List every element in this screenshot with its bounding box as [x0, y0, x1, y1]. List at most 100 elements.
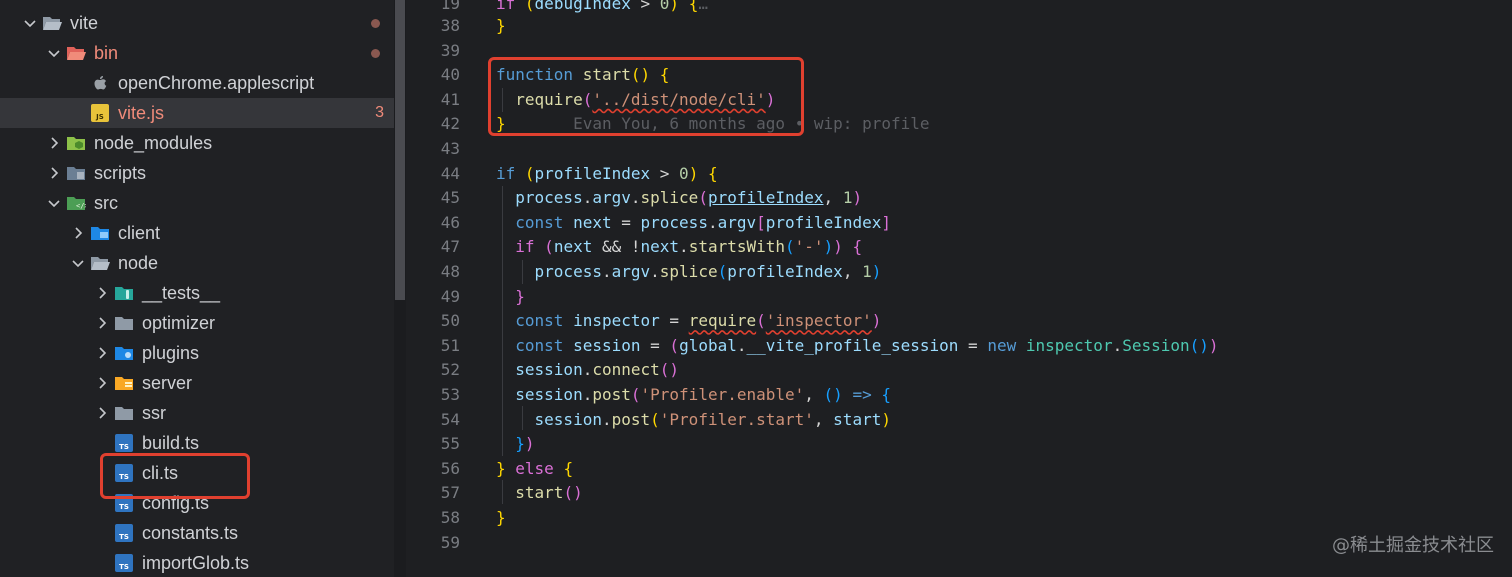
code-line-39: 39: [440, 40, 460, 60]
svg-text:TS: TS: [119, 563, 129, 571]
explorer-item-vite-js[interactable]: JS vite.js 3: [0, 98, 394, 128]
chevron-right-icon[interactable]: [42, 158, 66, 188]
explorer-item-vite[interactable]: vite: [0, 8, 394, 38]
explorer-item-label: bin: [94, 42, 119, 63]
explorer-item-label: openChrome.applescript: [118, 72, 315, 93]
explorer-item-scripts[interactable]: scripts: [0, 158, 394, 188]
explorer-item-label: src: [94, 192, 118, 213]
explorer-item-label: vite.js: [118, 102, 165, 123]
chevron-down-icon[interactable]: [18, 8, 42, 38]
explorer-item-label: plugins: [142, 342, 200, 363]
node-folder-icon: [66, 133, 86, 153]
explorer-item-label: importGlob.ts: [142, 552, 250, 573]
chevron-right-icon[interactable]: [42, 128, 66, 158]
code-line-46: 46 const next = process.argv[profileInde…: [440, 212, 891, 232]
explorer-scrollbar-thumb[interactable]: [395, 0, 405, 300]
code-line-58: 58}: [440, 508, 506, 527]
explorer-item-build-ts[interactable]: TS build.ts: [0, 428, 394, 458]
modified-dot-icon: [371, 18, 380, 28]
chevron-right-icon[interactable]: [90, 398, 114, 428]
explorer-item-label: cli.ts: [142, 462, 178, 483]
watermark: @稀土掘金技术社区: [1332, 535, 1494, 556]
code-line-48: 48 process.argv.splice(profileIndex, 1): [440, 262, 882, 281]
explorer-item-label: config.ts: [142, 492, 210, 513]
problem-count-badge: 3: [375, 104, 384, 121]
explorer-item-label: optimizer: [142, 312, 216, 333]
code-line-56: 56} else {: [440, 458, 574, 478]
explorer-scrollbar[interactable]: [394, 0, 406, 577]
explorer-item-cli-ts[interactable]: TS cli.ts: [0, 458, 394, 488]
explorer-item-tests[interactable]: __tests__: [0, 278, 394, 308]
svg-text:JS: JS: [95, 113, 104, 121]
chevron-down-icon[interactable]: [42, 188, 66, 218]
file-explorer: vite bin openChrome.applescript JS vite.js 3 n…: [0, 0, 394, 577]
folder-open-icon: [90, 253, 110, 273]
scripts-folder-icon: [66, 163, 86, 183]
explorer-item-plugins[interactable]: plugins: [0, 338, 394, 368]
code-line-41: 41 require('../dist/node/cli'): [440, 89, 776, 109]
explorer-item-label: node: [118, 252, 159, 273]
code-line-42: 42} Evan You, 6 months ago • wip: profil…: [440, 114, 930, 134]
explorer-item-config-ts[interactable]: TS config.ts: [0, 488, 394, 518]
ts-file-icon: TS: [114, 493, 134, 513]
plugins-folder-icon: [114, 343, 134, 363]
chevron-right-icon[interactable]: [90, 338, 114, 368]
explorer-item-label: vite: [70, 12, 99, 33]
explorer-item-node-modules[interactable]: node_modules: [0, 128, 394, 158]
svg-text:TS: TS: [119, 533, 129, 541]
svg-text:TS: TS: [119, 473, 129, 481]
src-folder-icon: </>: [66, 193, 86, 213]
code-line-43: 43: [440, 139, 460, 158]
client-folder-icon: [90, 223, 110, 243]
svg-text:TS: TS: [119, 503, 129, 511]
chevron-down-icon[interactable]: [42, 38, 66, 68]
git-blame-annotation: Evan You, 6 months ago • wip: profile: [573, 114, 930, 134]
explorer-item-server[interactable]: server: [0, 368, 394, 398]
explorer-item-src[interactable]: </> src: [0, 188, 394, 218]
code-line-50: 50 const inspector = require('inspector'…: [440, 311, 882, 331]
explorer-item-label: build.ts: [142, 432, 200, 453]
explorer-item-importglob-ts[interactable]: TS importGlob.ts: [0, 548, 394, 577]
chevron-right-icon[interactable]: [66, 218, 90, 248]
svg-text:TS: TS: [119, 443, 129, 451]
code-line-55: 55 }): [440, 434, 535, 454]
explorer-item-label: client: [118, 222, 161, 243]
explorer-item-cutoff[interactable]: [0, 0, 394, 8]
explorer-item-client[interactable]: client: [0, 218, 394, 248]
chevron-right-icon[interactable]: [90, 278, 114, 308]
ts-file-icon: TS: [114, 433, 134, 453]
tests-folder-icon: [114, 283, 134, 303]
code-line-53: 53 session.post('Profiler.enable', () =>…: [440, 385, 891, 404]
explorer-item-openchrome-applescript[interactable]: openChrome.applescript: [0, 68, 394, 98]
chevron-right-icon[interactable]: [90, 308, 114, 338]
code-line-54: 54 session.post('Profiler.start', start): [440, 409, 891, 429]
folder-icon: [114, 313, 134, 333]
explorer-item-optimizer[interactable]: optimizer: [0, 308, 394, 338]
code-line-47: 47 if (next && !next.startsWith('-')) {: [440, 237, 863, 257]
folder-bin-icon: [66, 43, 86, 63]
code-line-44: 44 if (profileIndex > 0) {: [440, 163, 718, 183]
code-editor[interactable]: 19 if (debugIndex > 0) {… 38} 39 40 functi…: [406, 0, 1512, 577]
chevron-right-icon[interactable]: [90, 368, 114, 398]
js-file-icon: JS: [90, 103, 110, 123]
explorer-item-bin[interactable]: bin: [0, 38, 394, 68]
chevron-down-icon[interactable]: [66, 248, 90, 278]
explorer-item-constants-ts[interactable]: TS constants.ts: [0, 518, 394, 548]
explorer-item-node[interactable]: node: [0, 248, 394, 278]
ts-file-icon: TS: [114, 553, 134, 573]
explorer-item-ssr[interactable]: ssr: [0, 398, 394, 428]
code-line-49: 49 }: [440, 286, 525, 306]
folder-open-icon: [42, 13, 62, 33]
folder-icon: [114, 403, 134, 423]
explorer-item-label: ssr: [142, 402, 166, 423]
code-line-40: 40 function start() {: [440, 65, 670, 85]
ts-file-icon: TS: [114, 463, 134, 483]
explorer-item-label: constants.ts: [142, 522, 239, 543]
apple-icon: [90, 73, 110, 93]
